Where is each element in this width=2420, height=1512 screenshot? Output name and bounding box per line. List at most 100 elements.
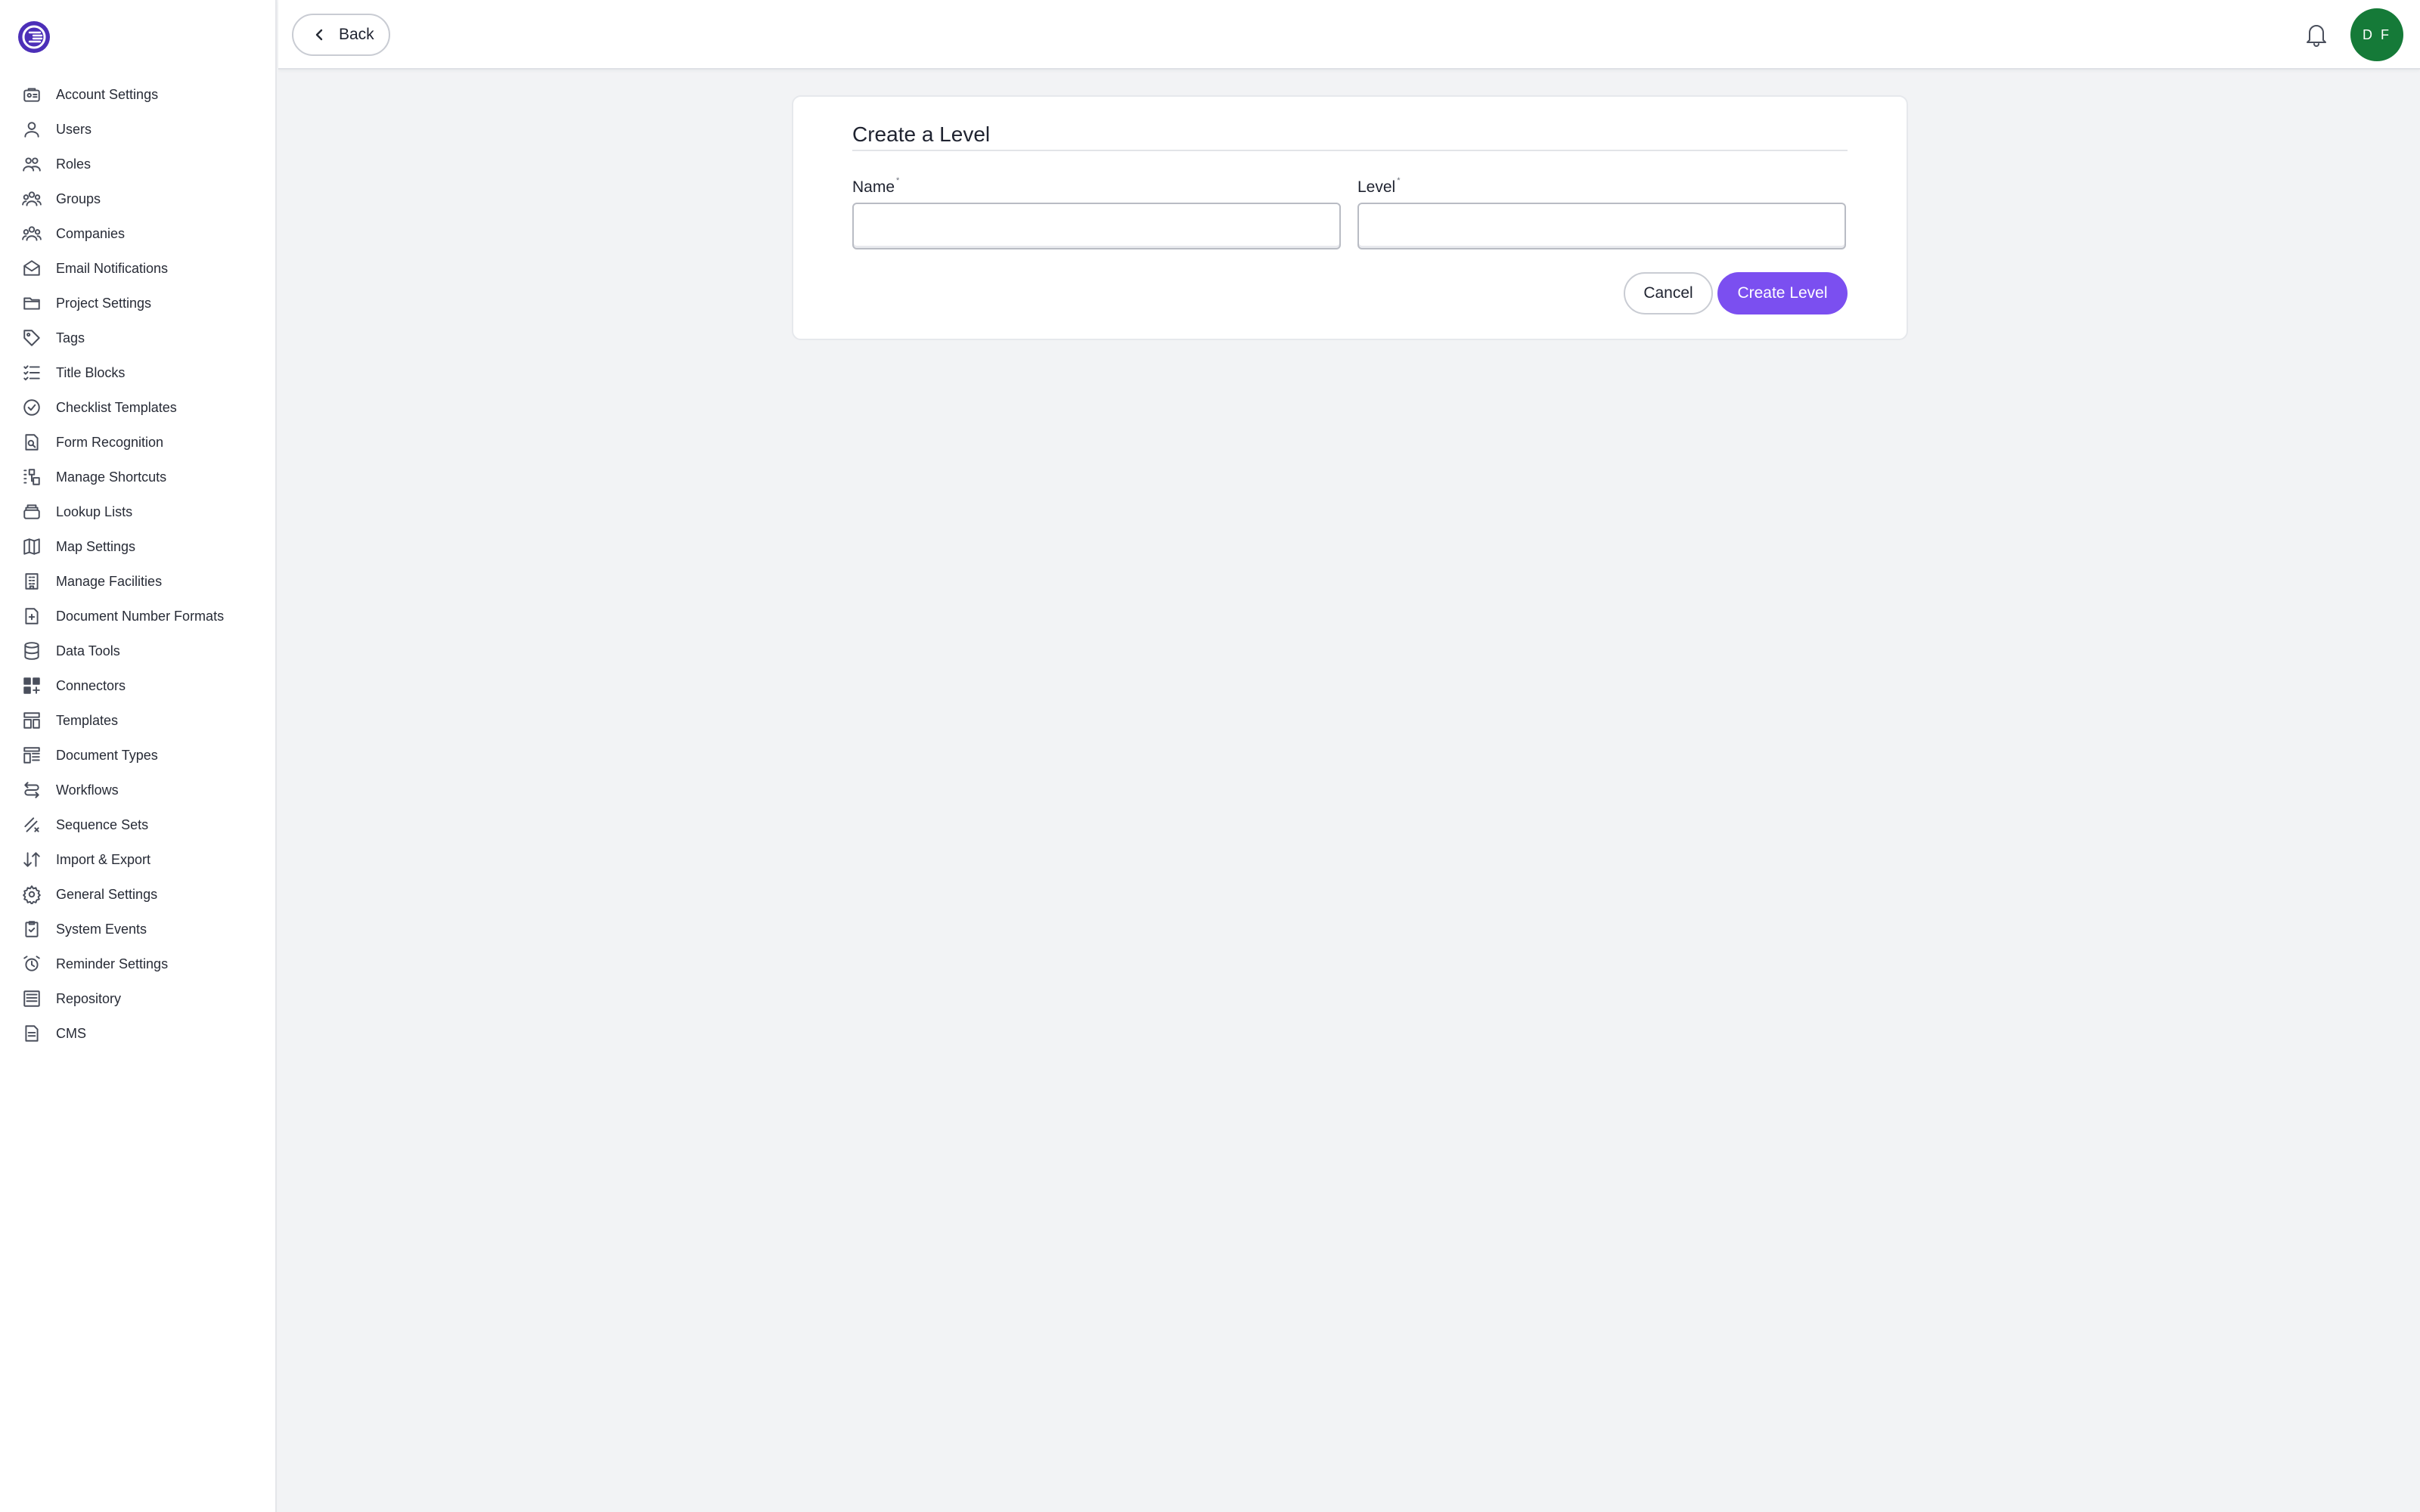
sidebar-item-label: Map Settings [56, 538, 136, 554]
divider [852, 150, 1848, 151]
sidebar-item-manage-facilities[interactable]: Manage Facilities [0, 564, 277, 599]
sidebar-item-import-export[interactable]: Import & Export [0, 842, 277, 877]
roles-icon [21, 153, 42, 175]
create-level-button[interactable]: Create Level [1717, 272, 1848, 314]
level-field-label: Level * [1357, 176, 1401, 197]
checklist-icon [21, 362, 42, 383]
sidebar-item-title-blocks[interactable]: Title Blocks [0, 355, 277, 390]
user-icon [21, 119, 42, 140]
building-icon [21, 571, 42, 592]
connectors-icon [21, 675, 42, 696]
sidebar-item-checklist-templates[interactable]: Checklist Templates [0, 390, 277, 425]
sidebar-item-repository[interactable]: Repository [0, 981, 277, 1016]
sidebar-item-form-recognition[interactable]: Form Recognition [0, 425, 277, 460]
sidebar-item-users[interactable]: Users [0, 112, 277, 147]
gear-icon [21, 884, 42, 905]
sidebar-item-project-settings[interactable]: Project Settings [0, 286, 277, 321]
sidebar-item-label: Document Types [56, 747, 158, 763]
sidebar-item-roles[interactable]: Roles [0, 147, 277, 181]
sidebar-item-label: Checklist Templates [56, 399, 177, 415]
level-label-text: Level [1357, 178, 1396, 196]
sidebar-item-label: Form Recognition [56, 434, 164, 450]
sidebar-item-lookup-lists[interactable]: Lookup Lists [0, 494, 277, 529]
workflow-icon [21, 779, 42, 801]
sidebar-item-groups[interactable]: Groups [0, 181, 277, 216]
sidebar-item-document-types[interactable]: Document Types [0, 738, 277, 773]
create-level-card: Create a Level Name * Level * Cancel Creat… [792, 95, 1908, 340]
tag-icon [21, 327, 42, 349]
lookup-icon [21, 501, 42, 522]
sidebar-item-label: Email Notifications [56, 260, 169, 276]
shortcuts-icon [21, 466, 42, 488]
back-button[interactable]: Back [292, 14, 390, 56]
sidebar-item-label: General Settings [56, 886, 158, 902]
sidebar-item-label: Sequence Sets [56, 816, 149, 832]
sidebar-item-label: Title Blocks [56, 364, 126, 380]
companies-icon [21, 223, 42, 244]
sidebar-item-templates[interactable]: Templates [0, 703, 277, 738]
sidebar-item-label: Import & Export [56, 851, 151, 867]
avatar[interactable]: D F [2350, 8, 2403, 61]
map-icon [21, 536, 42, 557]
sidebar-item-label: Document Number Formats [56, 608, 225, 624]
page-title: Create a Level [852, 122, 991, 146]
cancel-button[interactable]: Cancel [1624, 272, 1713, 314]
chevron-left-icon [315, 29, 323, 41]
clipboard-check-icon [21, 919, 42, 940]
import-export-icon [21, 849, 42, 870]
app-logo-icon[interactable] [17, 20, 51, 54]
sidebar-item-label: Companies [56, 225, 126, 241]
sidebar-nav: Account Settings Users Roles Groups Comp… [0, 77, 277, 1051]
sidebar-item-label: Users [56, 121, 92, 137]
groups-icon [21, 188, 42, 209]
required-mark: * [896, 176, 900, 185]
top-header: Back D F [278, 0, 2420, 70]
sidebar-item-label: Repository [56, 990, 122, 1006]
sidebar-item-label: Lookup Lists [56, 503, 133, 519]
sidebar-item-email-notifications[interactable]: Email Notifications [0, 251, 277, 286]
repository-icon [21, 988, 42, 1009]
sidebar-item-general-settings[interactable]: General Settings [0, 877, 277, 912]
name-label-text: Name [852, 178, 895, 196]
sidebar-item-label: Workflows [56, 782, 119, 798]
sidebar-item-companies[interactable]: Companies [0, 216, 277, 251]
sidebar-item-label: Data Tools [56, 643, 120, 658]
sidebar-item-manage-shortcuts[interactable]: Manage Shortcuts [0, 460, 277, 494]
folder-icon [21, 293, 42, 314]
sidebar-item-system-events[interactable]: System Events [0, 912, 277, 947]
database-icon [21, 640, 42, 662]
sidebar-item-label: System Events [56, 921, 147, 937]
required-mark: * [1397, 176, 1401, 185]
sidebar-item-label: Tags [56, 330, 85, 345]
bell-icon[interactable] [2304, 20, 2329, 48]
document-number-icon [21, 606, 42, 627]
check-circle-icon [21, 397, 42, 418]
sidebar-item-account-settings[interactable]: Account Settings [0, 77, 277, 112]
sidebar-item-cms[interactable]: CMS [0, 1016, 277, 1051]
sidebar-item-document-number-formats[interactable]: Document Number Formats [0, 599, 277, 634]
sidebar-item-label: Roles [56, 156, 92, 172]
sidebar-item-label: Manage Shortcuts [56, 469, 167, 485]
sidebar-item-tags[interactable]: Tags [0, 321, 277, 355]
templates-icon [21, 710, 42, 731]
sidebar-item-sequence-sets[interactable]: Sequence Sets [0, 807, 277, 842]
sidebar-item-connectors[interactable]: Connectors [0, 668, 277, 703]
sidebar-item-map-settings[interactable]: Map Settings [0, 529, 277, 564]
document-types-icon [21, 745, 42, 766]
name-field[interactable] [852, 203, 1341, 249]
account-settings-icon [21, 84, 42, 105]
sidebar-item-workflows[interactable]: Workflows [0, 773, 277, 807]
sidebar-item-label: Templates [56, 712, 119, 728]
document-icon [21, 1023, 42, 1044]
alarm-icon [21, 953, 42, 974]
sidebar-item-reminder-settings[interactable]: Reminder Settings [0, 947, 277, 981]
sidebar-item-label: Account Settings [56, 86, 159, 102]
sidebar-item-label: Groups [56, 191, 101, 206]
envelope-icon [21, 258, 42, 279]
sequence-icon [21, 814, 42, 835]
sidebar-item-label: CMS [56, 1025, 86, 1041]
level-field[interactable] [1357, 203, 1846, 249]
sidebar-item-data-tools[interactable]: Data Tools [0, 634, 277, 668]
sidebar-item-label: Manage Facilities [56, 573, 163, 589]
sidebar: Account Settings Users Roles Groups Comp… [0, 0, 277, 1512]
